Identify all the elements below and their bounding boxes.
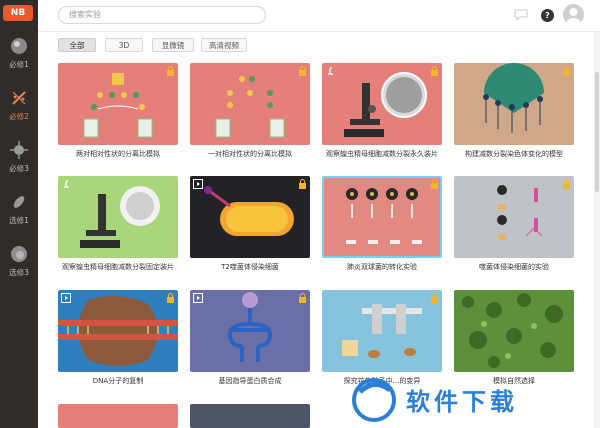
top-bar: 搜索实验 ? xyxy=(38,0,600,32)
search-input[interactable]: 搜索实验 xyxy=(58,6,266,24)
lock-icon xyxy=(299,179,306,189)
lock-icon xyxy=(167,66,174,76)
card-title: 基因指导蛋白质合成 xyxy=(218,377,282,385)
card-thumbnail xyxy=(190,63,310,145)
bacteria-icon xyxy=(13,196,25,208)
card-title: T2噬菌体侵染细菌 xyxy=(221,263,279,271)
dna-icon xyxy=(12,91,26,105)
watermark: 软件下载 xyxy=(346,372,596,424)
lock-icon xyxy=(299,293,306,303)
lock-icon xyxy=(431,66,438,76)
user-icon xyxy=(566,8,581,25)
sidebar-item-label: 必修2 xyxy=(9,112,29,121)
sidebar: NB 必修1 必修2 必修3 选修1 选修3 xyxy=(0,0,38,428)
filter-microscope[interactable]: 显微镜 xyxy=(152,38,194,52)
lock-icon xyxy=(563,66,570,76)
sidebar-item-bixiu2[interactable]: 必修2 xyxy=(0,88,38,138)
sidebar-item-xuanxiu1[interactable]: 选修1 xyxy=(0,192,38,242)
card-thumbnail xyxy=(190,176,310,258)
card-title: DNA分子的复制 xyxy=(92,377,144,385)
filter-all[interactable]: 全部 xyxy=(58,38,96,52)
filter-hd-video[interactable]: 高清视频 xyxy=(201,38,247,52)
scrollbar[interactable] xyxy=(594,32,600,428)
video-icon xyxy=(61,293,71,303)
card-thumbnail xyxy=(322,176,442,258)
sidebar-item-bixiu1[interactable]: 必修1 xyxy=(0,36,38,86)
message-icon[interactable] xyxy=(514,9,528,21)
card-thumbnail xyxy=(58,63,178,145)
card-thumbnail xyxy=(190,404,310,428)
card-title: 一对相对性状的分离比模拟 xyxy=(208,150,292,158)
microscope-icon xyxy=(328,66,333,75)
card-thumbnail xyxy=(454,63,574,145)
cell-icon xyxy=(11,38,27,54)
watermark-text: 软件下载 xyxy=(406,388,518,416)
card-title: 两对相对性状的分离比模拟 xyxy=(76,150,160,158)
virus-icon xyxy=(10,141,28,159)
help-icon[interactable]: ? xyxy=(541,9,554,22)
card-title: 肺炎双球菌的转化实验 xyxy=(347,263,417,271)
sidebar-item-xuanxiu3[interactable]: 选修3 xyxy=(0,244,38,294)
scroll-thumb[interactable] xyxy=(595,72,599,192)
sidebar-item-label: 必修3 xyxy=(9,164,29,173)
card-thumbnail xyxy=(454,290,574,372)
video-icon xyxy=(193,179,203,189)
card-thumbnail xyxy=(58,404,178,428)
lock-icon xyxy=(299,66,306,76)
sidebar-item-bixiu3[interactable]: 必修3 xyxy=(0,140,38,190)
avatar[interactable] xyxy=(563,4,584,25)
sidebar-item-label: 选修1 xyxy=(9,216,29,225)
filter-3d[interactable]: 3D xyxy=(105,38,143,52)
card-thumbnail xyxy=(322,290,442,372)
lock-icon xyxy=(167,293,174,303)
sidebar-item-label: 必修1 xyxy=(9,60,29,69)
card-thumbnail xyxy=(454,176,574,258)
watermark-logo xyxy=(352,378,396,422)
card-title: 构建减数分裂染色体变化的模型 xyxy=(465,150,563,158)
microscope-icon xyxy=(64,179,69,188)
card-thumbnail xyxy=(58,176,178,258)
video-icon xyxy=(193,293,203,303)
app-logo: NB xyxy=(3,5,33,21)
lock-icon xyxy=(431,179,438,189)
card-thumbnail xyxy=(322,63,442,145)
card-title: 噬菌体侵染细菌的实验 xyxy=(479,263,549,271)
card-title: 观察蝗虫精母细胞减数分裂永久装片 xyxy=(326,150,438,158)
lock-icon xyxy=(431,293,438,303)
card-thumbnail xyxy=(190,290,310,372)
card-thumbnail xyxy=(58,290,178,372)
sidebar-item-label: 选修3 xyxy=(9,268,29,277)
card-title: 观察蝗虫精母细胞减数分裂固定装片 xyxy=(62,263,174,271)
lock-icon xyxy=(563,179,570,189)
organelle-icon xyxy=(11,246,27,262)
